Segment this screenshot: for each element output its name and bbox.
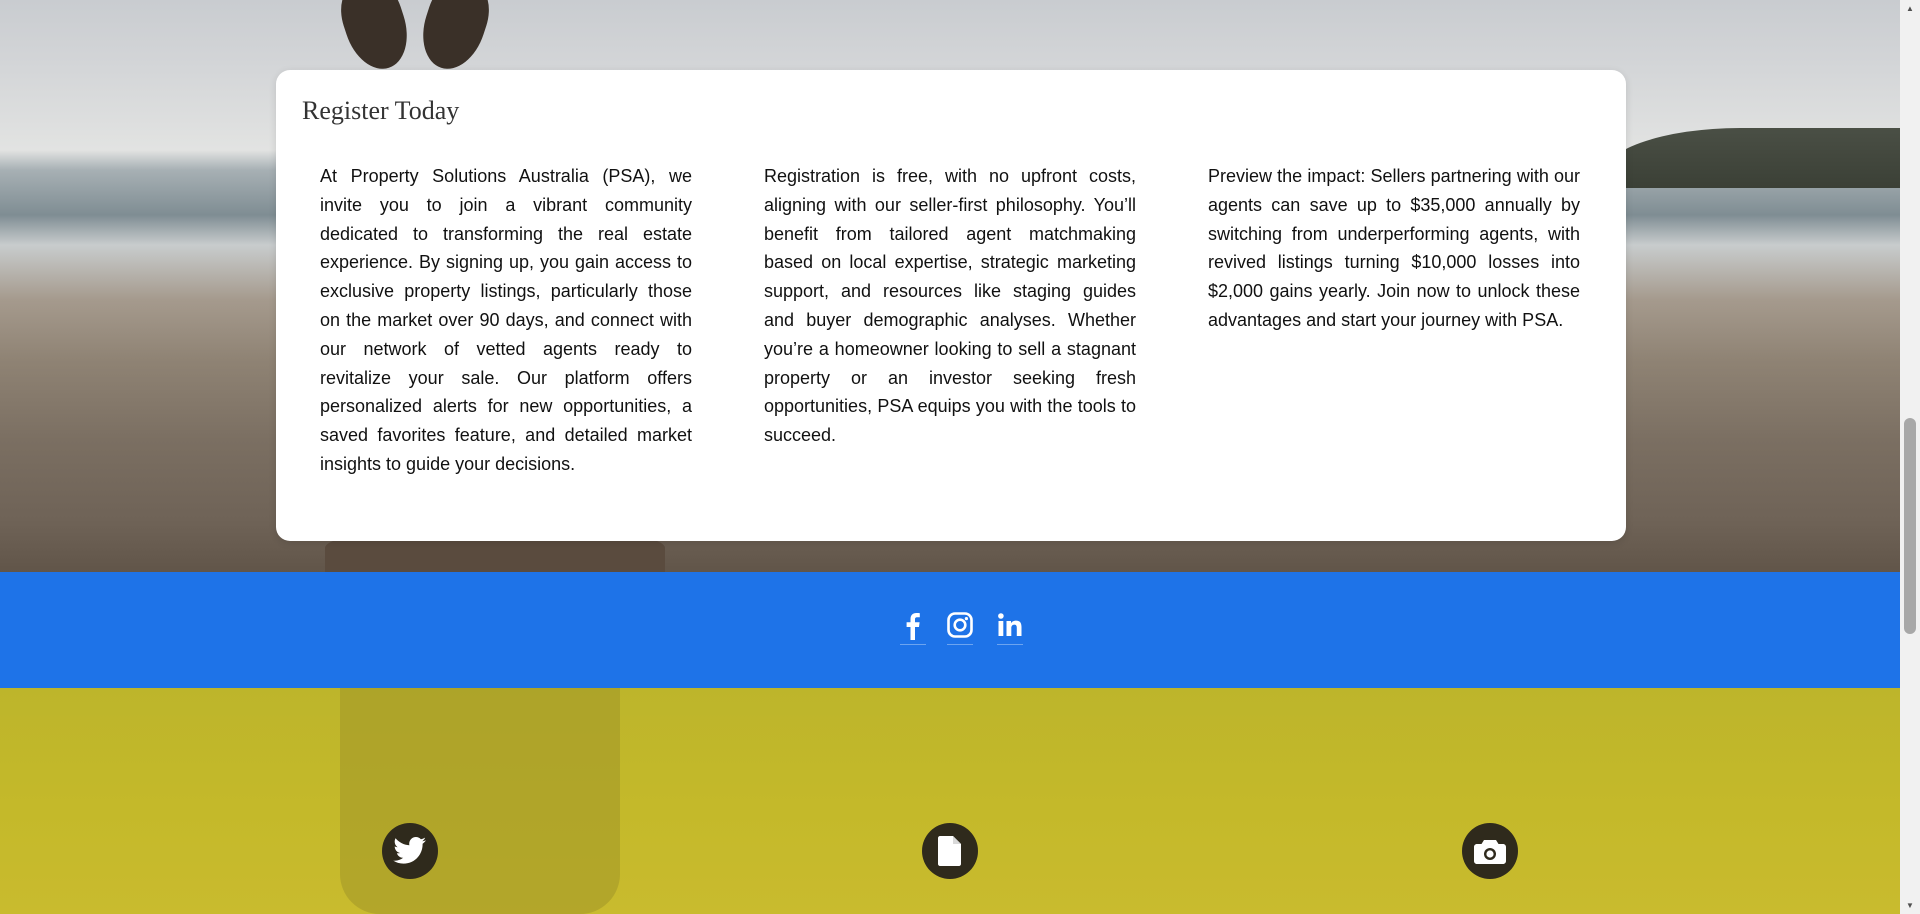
register-paragraph-community: At Property Solutions Australia (PSA), w…	[320, 166, 692, 474]
page-scrollbar[interactable]: ▲ ▼	[1900, 0, 1920, 914]
document-icon	[922, 823, 978, 879]
features-section	[0, 688, 1900, 914]
linkedin-icon[interactable]	[997, 610, 1023, 645]
register-card: Register Today At Property Solutions Aus…	[276, 70, 1626, 541]
twitter-icon	[382, 823, 438, 879]
scroll-down-arrow[interactable]: ▼	[1900, 897, 1920, 914]
page: Register Today At Property Solutions Aus…	[0, 0, 1920, 914]
camera-icon	[1462, 823, 1518, 879]
kangaroo-ear-left	[332, 0, 418, 78]
headland-shape	[1600, 128, 1900, 188]
register-paragraph-impact: Preview the impact: Sellers partnering w…	[1208, 166, 1580, 330]
kangaroo-ear-right	[412, 0, 498, 78]
scroll-up-arrow[interactable]: ▲	[1900, 0, 1920, 17]
instagram-icon[interactable]	[947, 610, 973, 645]
facebook-icon[interactable]	[900, 610, 926, 645]
kangaroo-legs-overlay	[340, 688, 620, 914]
social-links-bar	[0, 572, 1900, 688]
scroll-thumb[interactable]	[1904, 418, 1916, 634]
register-paragraph-benefits: Registration is free, with no upfront co…	[764, 166, 1136, 446]
register-title: Register Today	[302, 96, 460, 125]
